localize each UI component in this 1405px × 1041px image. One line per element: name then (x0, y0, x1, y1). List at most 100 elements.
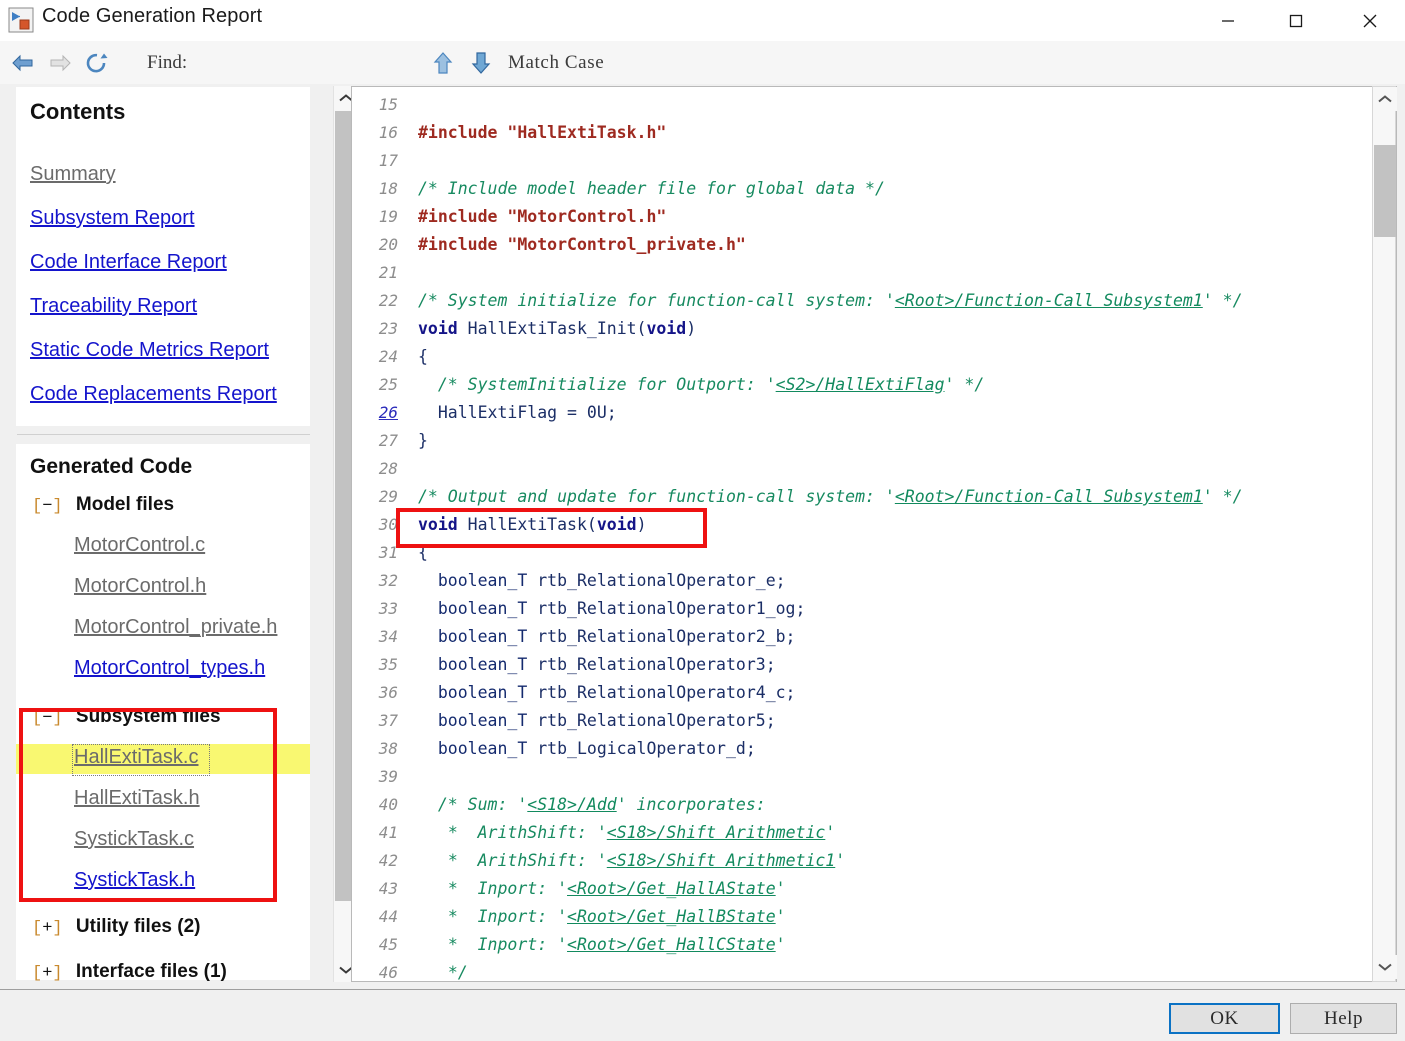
code-line: 24 { (352, 343, 1362, 371)
code-line-content: /* Sum: '<S18>/Add' incorporates: (437, 795, 766, 814)
code-line-number: 31 (378, 543, 398, 562)
code-line: 20 #include "MotorControl_private.h" (352, 231, 1362, 259)
code-line: 43 * Inport: '<Root>/Get_HallAState' (352, 875, 1362, 903)
ok-button[interactable]: OK (1169, 1003, 1280, 1034)
arrow-down-icon (471, 52, 491, 74)
code-line-content: void HallExtiTask(void) (418, 515, 647, 534)
code-viewer: 15 16 #include "HallExtiTask.h" 17 18 /* Incl… (351, 86, 1397, 982)
file-link-systicktask-c[interactable]: SystickTask.c (74, 828, 194, 851)
footer-bar: OK Help (0, 989, 1405, 1041)
code-line: 35 boolean_T rtb_RelationalOperator3; (352, 651, 1362, 679)
code-line-number: 32 (378, 571, 398, 590)
code-line-content: { (418, 347, 428, 366)
generated-code-card: Generated Code [−] Model files MotorCont… (16, 444, 310, 980)
close-button[interactable] (1337, 0, 1403, 41)
code-line-number: 27 (378, 431, 398, 450)
group-bracket-open: [ (32, 709, 43, 728)
contents-card: Contents Summary Subsystem Report Code I… (16, 87, 310, 426)
file-link-hallextitask-h[interactable]: HallExtiTask.h (74, 787, 200, 810)
code-line-content: * Inport: '<Root>/Get_HallAState' (447, 879, 786, 898)
code-line-number: 29 (378, 487, 398, 506)
help-button[interactable]: Help (1290, 1003, 1397, 1034)
sidebar-item-summary[interactable]: Summary (30, 163, 116, 186)
refresh-button[interactable] (85, 52, 109, 74)
code-line: 46 */ (352, 959, 1362, 981)
code-line: 40 /* Sum: '<S18>/Add' incorporates: (352, 791, 1362, 819)
code-line: 27} (352, 427, 1362, 455)
code-line-number: 39 (378, 767, 398, 786)
contents-heading: Contents (30, 99, 126, 124)
group-label: Model files (75, 494, 175, 515)
maximize-icon (1289, 14, 1303, 27)
group-expand-sign: + (42, 919, 53, 938)
code-line: 36 boolean_T rtb_RelationalOperator4_c; (352, 679, 1362, 707)
file-link-motorcontrol-c[interactable]: MotorControl.c (74, 534, 205, 557)
group-bracket-open: [ (32, 919, 43, 938)
code-line: 31 { (352, 539, 1362, 567)
minimize-icon (1222, 19, 1234, 22)
sidebar-item-code-replacements-report[interactable]: Code Replacements Report (30, 383, 277, 406)
file-link-motorcontrol-h[interactable]: MotorControl.h (74, 575, 206, 598)
code-line-number: 40 (378, 795, 398, 814)
code-line-content: boolean_T rtb_RelationalOperator5; (437, 711, 776, 730)
code-line-number: 46 (378, 963, 398, 981)
code-line-number: 25 (378, 375, 398, 394)
refresh-icon (86, 53, 108, 73)
code-scrollbar-thumb[interactable] (1374, 145, 1396, 237)
file-link-systicktask-h[interactable]: SystickTask.h (74, 869, 195, 892)
code-scroll-down-button[interactable] (1373, 955, 1397, 979)
code-line: 37 boolean_T rtb_RelationalOperator5; (352, 707, 1362, 735)
arrow-up-icon (433, 52, 453, 74)
code-line: 34 boolean_T rtb_RelationalOperator2_b; (352, 623, 1362, 651)
maximize-button[interactable] (1263, 0, 1329, 41)
file-link-motorcontrol-private-h[interactable]: MotorControl_private.h (74, 616, 277, 639)
code-line: 38 boolean_T rtb_LogicalOperator_d; (352, 735, 1362, 763)
code-line-number-link[interactable]: 26 (352, 399, 398, 427)
code-line: 41 * ArithShift: '<S18>/Shift Arithmetic… (352, 819, 1362, 847)
sidebar-item-code-interface-report[interactable]: Code Interface Report (30, 251, 227, 274)
code-line: 29 /* Output and update for function-call… (352, 483, 1362, 511)
code-line-number: 22 (378, 291, 398, 310)
code-listing[interactable]: 15 16 #include "HallExtiTask.h" 17 18 /* Incl… (352, 91, 1362, 981)
group-model-files[interactable]: [−] Model files (32, 494, 174, 516)
code-line-content: /* Output and update for function-call s… (418, 487, 1243, 506)
code-line-number: 44 (378, 907, 398, 926)
group-expand-sign: + (42, 964, 53, 982)
code-line-number: 19 (378, 207, 398, 226)
code-line-number: 15 (378, 95, 398, 114)
forward-button[interactable] (48, 52, 72, 74)
code-line-number: 30 (378, 515, 398, 534)
file-link-motorcontrol-types-h[interactable]: MotorControl_types.h (74, 657, 265, 680)
group-subsystem-files[interactable]: [−] Subsystem files (32, 706, 221, 728)
group-bracket-open: [ (32, 497, 43, 516)
back-button[interactable] (11, 52, 35, 74)
group-interface-files[interactable]: [+] Interface files (1) (32, 961, 227, 982)
code-scrollbar[interactable] (1372, 86, 1397, 982)
code-line: 15 (352, 91, 1362, 119)
code-line-content: boolean_T rtb_LogicalOperator_d; (437, 739, 756, 758)
code-scroll-up-button[interactable] (1373, 87, 1397, 111)
sidebar-item-traceability-report[interactable]: Traceability Report (30, 295, 197, 318)
sidebar-item-static-code-metrics-report[interactable]: Static Code Metrics Report (30, 339, 269, 362)
chevron-up-icon (1378, 95, 1392, 103)
simulink-report-icon (8, 7, 34, 33)
find-previous-button[interactable] (432, 51, 454, 75)
match-case-label[interactable]: Match Case (508, 52, 604, 74)
sidebar-item-subsystem-report[interactable]: Subsystem Report (30, 207, 195, 230)
code-line-number: 21 (378, 263, 398, 282)
group-bracket-close: ] (52, 919, 63, 938)
code-line: 28 (352, 455, 1362, 483)
code-line-content: boolean_T rtb_RelationalOperator1_og; (437, 599, 806, 618)
code-line: 25 /* SystemInitialize for Outport: '<S2… (352, 371, 1362, 399)
code-line-content: * Inport: '<Root>/Get_HallCState' (447, 935, 786, 954)
code-line-content: HallExtiFlag = 0U; (437, 403, 617, 422)
close-icon (1363, 14, 1377, 27)
code-line-content: void HallExtiTask_Init(void) (418, 319, 697, 338)
code-line-content: #include "HallExtiTask.h" (418, 123, 667, 142)
code-line-number: 20 (378, 235, 398, 254)
group-utility-files[interactable]: [+] Utility files (2) (32, 916, 200, 938)
code-line-content: /* SystemInitialize for Outport: '<S2>/H… (437, 375, 985, 394)
minimize-button[interactable] (1195, 0, 1261, 41)
group-label: Interface files (1) (75, 961, 227, 982)
find-next-button[interactable] (470, 51, 492, 75)
